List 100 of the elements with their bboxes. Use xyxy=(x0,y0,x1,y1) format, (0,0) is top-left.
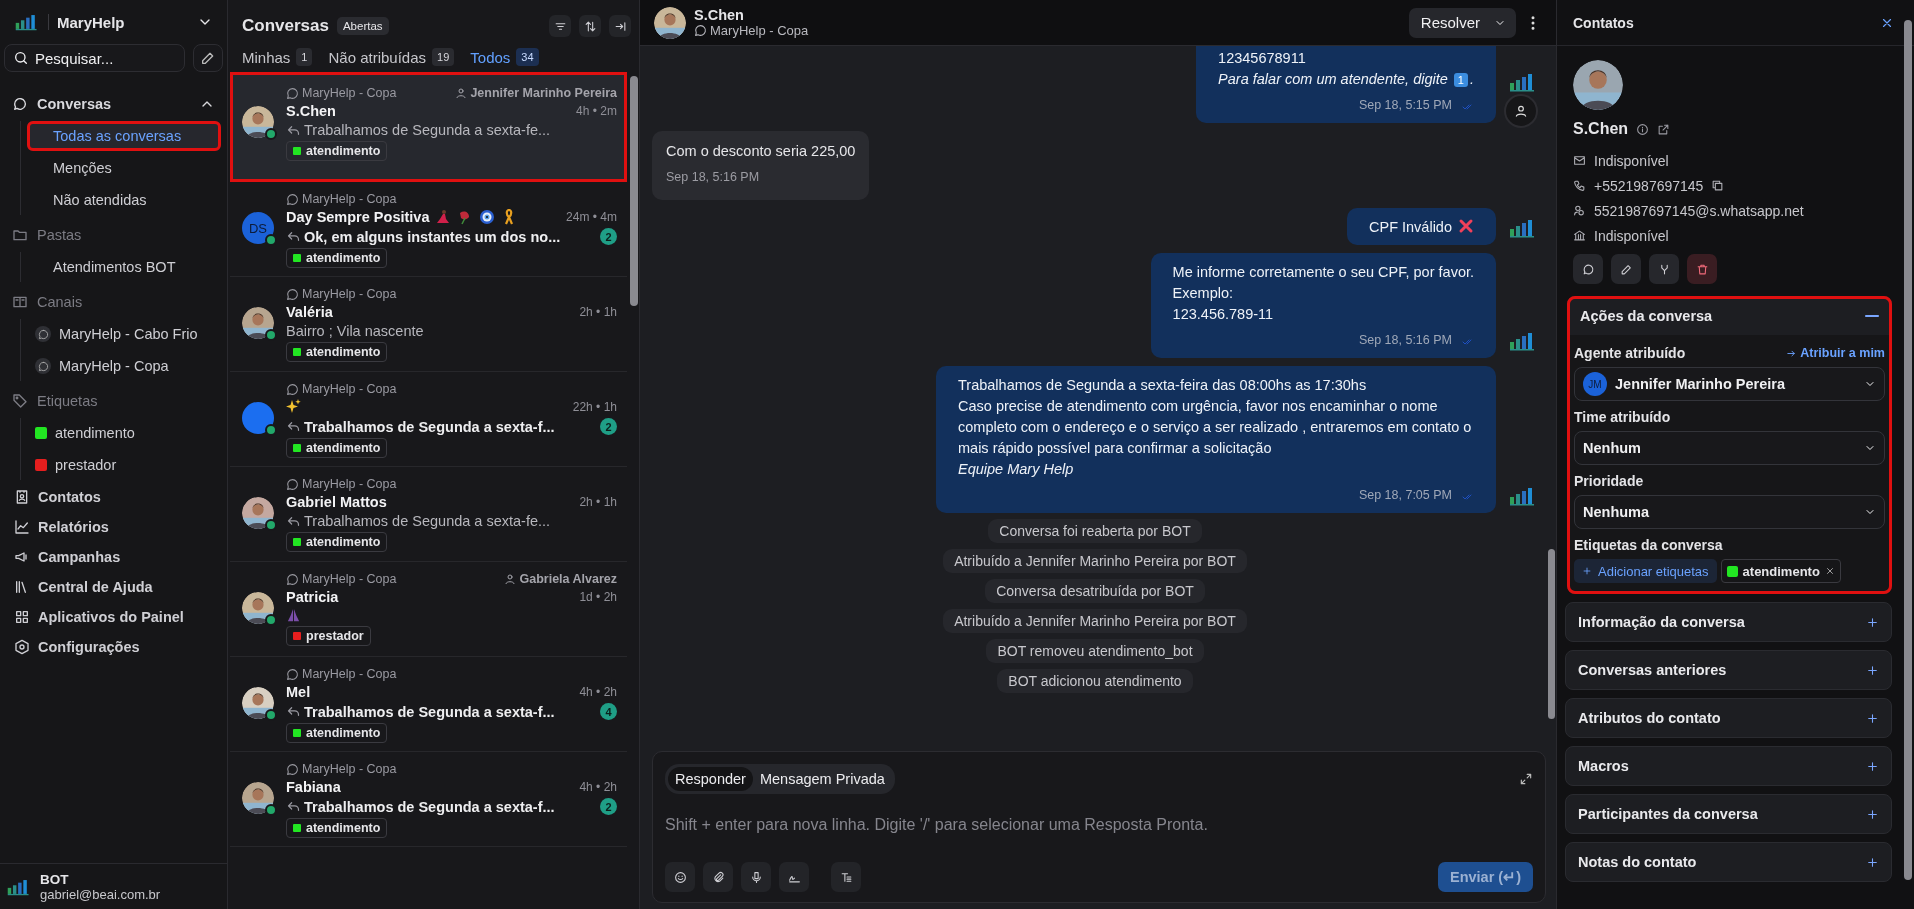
conversation-item[interactable]: MaryHelp - Copa Mel 4h • 2h Trabalhamos de Segunda a sexta-f... 4 atendimento xyxy=(230,657,627,752)
unread-badge: 2 xyxy=(600,228,617,245)
conversation-item[interactable]: DS MaryHelp - Copa Day Sempre Positiva 24m • 4m Ok, em alguns instantes um dos no... 2 atendimento xyxy=(230,182,627,277)
assignee-name: Gabriela Alvarez xyxy=(519,572,617,586)
contact-name: S.Chen xyxy=(1573,120,1629,138)
conversation-item[interactable]: MaryHelp - Copa Valéria 2h • 1h Bairro ; Vila nascente atendimento xyxy=(230,277,627,372)
contact-detail: 5521987697145@s.whatsapp.net xyxy=(1594,202,1804,219)
inbox-name: MaryHelp - Copa xyxy=(302,192,397,206)
message-text: Equipe Mary Help xyxy=(958,460,1075,479)
nav-item[interactable]: Não atendidas xyxy=(27,185,221,215)
activity-message: Conversa foi reaberta por BOT xyxy=(988,519,1202,543)
contact-name: Mel xyxy=(286,684,311,700)
nav-item[interactable]: prestador xyxy=(27,450,221,480)
tab[interactable]: Todos 34 xyxy=(470,48,539,66)
accordion-header[interactable]: Conversas anteriores xyxy=(1566,651,1891,689)
timestamp: 1d • 2h xyxy=(579,590,617,604)
label-text: atendimento xyxy=(306,144,381,158)
message-text: CPF Inválido xyxy=(1369,219,1452,235)
agent-select[interactable]: JM Jennifer Marinho Pereira xyxy=(1574,367,1885,401)
label-text: atendimento xyxy=(306,535,381,549)
field-label: Time atribuído xyxy=(1574,409,1672,425)
field-label: Agente atribuído xyxy=(1574,345,1686,361)
unread-badge: 2 xyxy=(600,798,617,815)
nav-item[interactable]: Contatos xyxy=(6,482,221,512)
mode-tab[interactable]: Responder xyxy=(668,767,753,791)
nav-item[interactable]: MaryHelp - Cabo Frio xyxy=(27,319,221,349)
nav-item[interactable]: Atendimentos BOT xyxy=(27,252,221,282)
contact-name: S.Chen xyxy=(286,103,336,119)
contact-detail: Indisponível xyxy=(1594,227,1669,244)
keycap-icon: 1 xyxy=(1453,73,1468,87)
inbox-name: MaryHelp - Copa xyxy=(302,287,397,301)
nav-item[interactable]: Campanhas xyxy=(6,542,221,572)
conversation-item[interactable]: MaryHelp - Copa Jennifer Marinho Pereira S.Chen 4h • 2m Trabalhamos de Segunda a sexta-fe... atendimento xyxy=(230,72,627,182)
message-field[interactable]: Shift + enter para nova linha. Digite '/' para selecionar uma Resposta Pronta. xyxy=(665,812,1533,838)
accordion-header[interactable]: Atributos do contato xyxy=(1566,699,1891,737)
message-text: 123.456.789-11 xyxy=(1172,305,1275,324)
message-preview: Trabalhamos de Segunda a sexta-f... xyxy=(304,418,555,435)
nav-item[interactable]: Todas as conversas xyxy=(27,121,221,151)
label-text: atendimento xyxy=(306,821,381,835)
accordion-header[interactable]: Macros xyxy=(1566,747,1891,785)
accordion-header[interactable]: Participantes da conversa xyxy=(1566,795,1891,833)
message-time: Sep 18, 5:16 PM xyxy=(1358,332,1452,349)
nav-item[interactable]: Central de Ajuda xyxy=(6,572,221,602)
inbox-name: MaryHelp - Copa xyxy=(302,762,397,776)
inbox-name: MaryHelp - Copa xyxy=(302,572,397,586)
conversation-item[interactable]: MaryHelp - Copa 22h • 1h Trabalhamos de Segunda a sexta-f... 2 atendimento xyxy=(230,372,627,467)
user-email: gabriel@beai.com.br xyxy=(40,886,161,902)
assign-to-me-link[interactable]: Atribuir a mim xyxy=(1786,346,1885,360)
message-preview: Trabalhamos de Segunda a sexta-fe... xyxy=(304,122,551,138)
resolve-button[interactable]: Resolver xyxy=(1408,7,1516,38)
label-text: atendimento xyxy=(306,251,381,265)
priority-select[interactable]: Nenhuma xyxy=(1574,495,1885,529)
select-value: Nenhum xyxy=(1583,440,1642,456)
accordion-header[interactable]: Ações da conversa xyxy=(1568,297,1891,335)
unread-badge: 4 xyxy=(600,703,617,720)
label-text: atendimento xyxy=(1742,563,1820,579)
search-button[interactable]: Pesquisar... xyxy=(4,44,185,72)
contact-name: Fabiana xyxy=(286,779,341,795)
timestamp: 22h • 1h xyxy=(572,400,617,414)
list-title: Conversas xyxy=(242,16,329,36)
contact-name: S.Chen xyxy=(694,7,745,23)
send-button[interactable]: Enviar (↵) xyxy=(1438,862,1533,892)
activity-message: BOT adicionou atendimento xyxy=(997,669,1193,693)
timestamp: 4h • 2h xyxy=(579,780,617,794)
timestamp: 4h • 2m xyxy=(576,104,617,118)
label-text: prestador xyxy=(306,629,364,643)
nav-item[interactable]: Menções xyxy=(27,153,221,183)
assignee-name: Jennifer Marinho Pereira xyxy=(470,86,617,100)
avatar: DS xyxy=(242,212,274,244)
nav-section-header[interactable]: Conversas xyxy=(6,86,221,121)
nav-section-header: Pastas xyxy=(6,217,221,252)
accordion-header[interactable]: Informação da conversa xyxy=(1566,603,1891,641)
inbox-name: MaryHelp - Copa xyxy=(302,667,397,681)
avatar: JM xyxy=(1583,372,1607,396)
timestamp: 4h • 2h xyxy=(579,685,617,699)
tab[interactable]: Minhas 1 xyxy=(242,48,313,66)
add-labels-button[interactable]: Adicionar etiquetas xyxy=(1574,559,1717,583)
count-badge: 19 xyxy=(432,48,455,66)
conversation-item[interactable]: MaryHelp - Copa Gabriel Mattos 2h • 1h Trabalhamos de Segunda a sexta-fe... atendimento xyxy=(230,467,627,562)
team-select[interactable]: Nenhum xyxy=(1574,431,1885,465)
conversation-item[interactable]: MaryHelp - Copa Fabiana 4h • 2h Trabalhamos de Segunda a sexta-f... 2 atendimento xyxy=(230,752,627,847)
contact-detail: +5521987697145 xyxy=(1594,177,1704,194)
nav-item[interactable]: Relatórios xyxy=(6,512,221,542)
activity-message: Atribuído a Jennifer Marinho Pereira por BOT xyxy=(943,549,1247,573)
label-text: atendimento xyxy=(306,726,381,740)
tab[interactable]: Não atribuídas 19 xyxy=(328,48,455,66)
nav-item[interactable]: Aplicativos do Painel xyxy=(6,602,221,632)
contact-detail: Indisponível xyxy=(1594,152,1669,169)
inbox-name: MaryHelp - Copa xyxy=(302,477,397,491)
status-filter[interactable]: Abertas xyxy=(336,17,389,35)
timestamp: 24m • 4m xyxy=(566,210,617,224)
message-preview: Trabalhamos de Segunda a sexta-f... xyxy=(304,798,555,815)
nav-item[interactable]: MaryHelp - Copa xyxy=(27,351,221,381)
message-preview: Trabalhamos de Segunda a sexta-fe... xyxy=(304,513,551,529)
nav-item[interactable]: Configurações xyxy=(6,632,221,662)
nav-item[interactable]: atendimento xyxy=(27,418,221,448)
message-text: Para falar com um atendente, digite xyxy=(1218,71,1449,87)
accordion-header[interactable]: Notas do contato xyxy=(1566,843,1891,881)
mode-tab[interactable]: Mensagem Privada xyxy=(752,767,892,791)
conversation-item[interactable]: MaryHelp - Copa Gabriela Alvarez Patricia 1d • 2h prestador xyxy=(230,562,627,657)
